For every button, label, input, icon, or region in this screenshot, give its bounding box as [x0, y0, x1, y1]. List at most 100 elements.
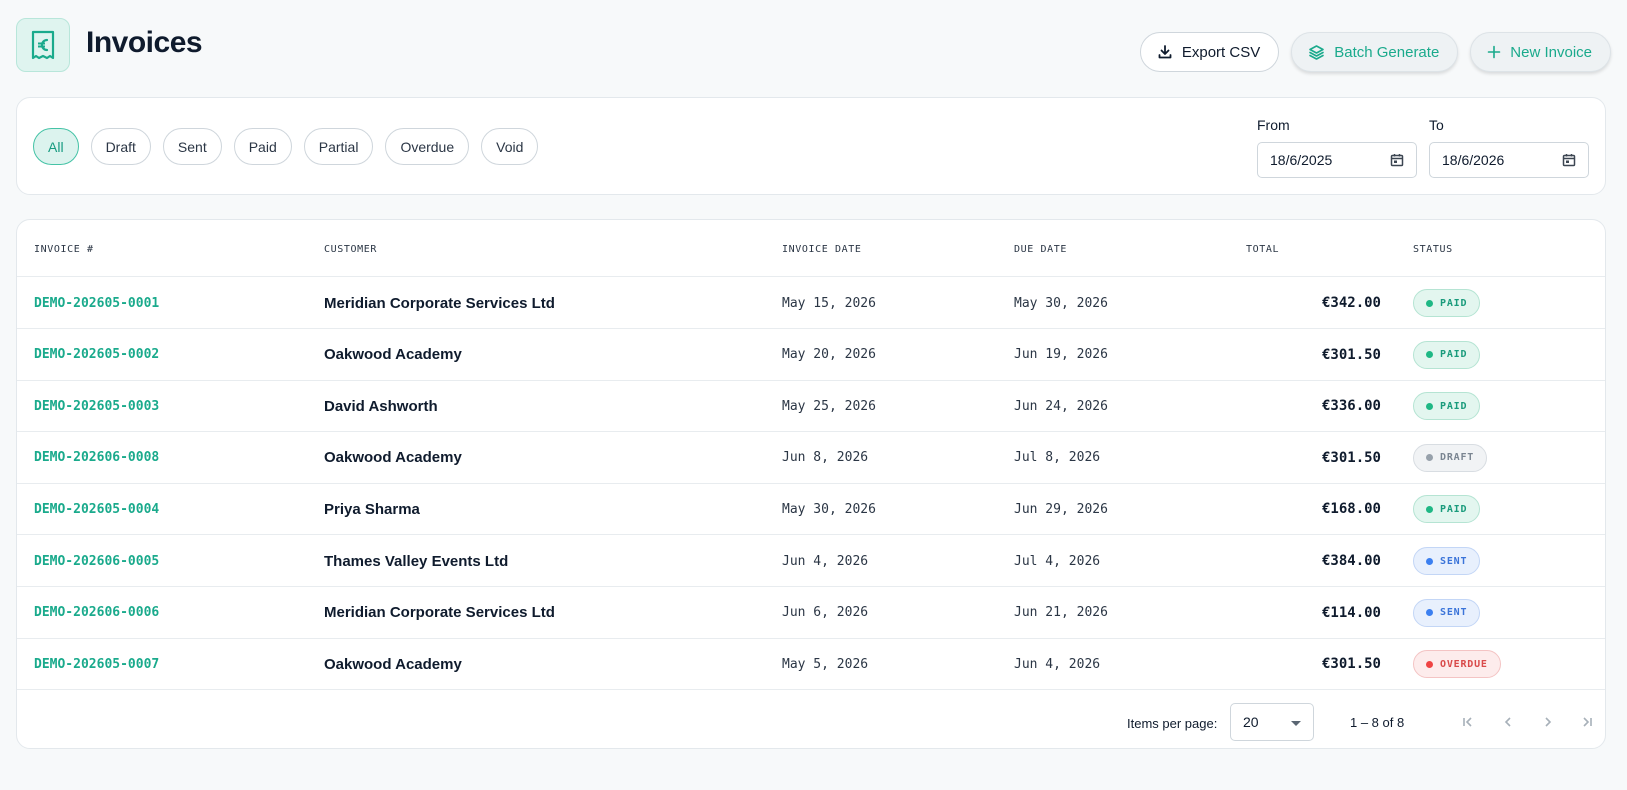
invoice-total: €384.00 [1321, 553, 1381, 569]
invoice-date: May 30, 2026 [782, 501, 876, 517]
due-date: Jun 21, 2026 [1014, 605, 1108, 621]
previous-page-button[interactable] [1494, 708, 1522, 736]
column-header-invoice[interactable]: Invoice # [34, 244, 94, 255]
batch-generate-button[interactable]: Batch Generate [1291, 32, 1459, 72]
status-badge-label: PAID [1440, 503, 1468, 515]
customer-name: Oakwood Academy [324, 346, 462, 364]
invoice-number-link[interactable]: DEMO-202605-0003 [34, 380, 159, 432]
status-cell: SENT [1413, 535, 1481, 587]
calendar-icon[interactable] [1562, 153, 1576, 167]
status-dot-icon [1426, 299, 1433, 307]
invoice-number-link[interactable]: DEMO-202605-0002 [34, 329, 159, 381]
from-date-input[interactable]: 18/6/2025 [1257, 142, 1417, 178]
status-cell: PAID [1413, 483, 1481, 535]
due-date: Jul 8, 2026 [1014, 450, 1101, 466]
filter-chip-draft[interactable]: Draft [90, 128, 151, 165]
status-badge-label: SENT [1440, 555, 1468, 567]
table-row[interactable]: DEMO-202606-0005 Thames Valley Events Ltd… [17, 535, 1605, 587]
invoice-number-link[interactable]: DEMO-202606-0006 [34, 587, 159, 639]
items-per-page-label: Items per page: [1127, 716, 1218, 731]
filter-chip-overdue[interactable]: Overdue [385, 128, 470, 165]
status-badge: PAID [1413, 289, 1481, 317]
status-badge-label: PAID [1440, 297, 1468, 309]
invoice-total: €114.00 [1321, 604, 1381, 621]
due-date: Jun 29, 2026 [1014, 501, 1108, 517]
to-date-input[interactable]: 18/6/2026 [1429, 142, 1589, 178]
status-dot-icon [1426, 351, 1433, 359]
invoice-number-link[interactable]: DEMO-202605-0004 [34, 483, 159, 535]
filter-chip-sent[interactable]: Sent [162, 128, 222, 165]
table-row[interactable]: DEMO-202605-0003 David Ashworth May 25, 20… [17, 380, 1605, 433]
customer-name: Thames Valley Events Ltd [324, 552, 509, 570]
table-row[interactable]: DEMO-202605-0007 Oakwood Academy May 5, 20… [17, 638, 1605, 691]
filter-chip-void[interactable]: Void [481, 128, 539, 165]
status-badge: OVERDUE [1413, 650, 1501, 679]
status-cell: OVERDUE [1413, 638, 1501, 690]
table-row[interactable]: DEMO-202606-0008 Oakwood Academy Jun 8, 20… [17, 432, 1605, 484]
invoices-table: Invoice # Customer Invoice Date Due Date… [16, 219, 1606, 749]
from-date-value: 18/6/2025 [1270, 152, 1333, 168]
layers-icon [1309, 44, 1325, 60]
invoice-total: €168.00 [1321, 501, 1381, 518]
status-dot-icon [1426, 454, 1433, 462]
page-title: Invoices [86, 26, 203, 59]
status-dot-icon [1426, 505, 1433, 513]
invoice-total: €301.50 [1321, 656, 1381, 673]
column-header-invoice-date[interactable]: Invoice Date [782, 244, 861, 255]
table-row[interactable]: DEMO-202605-0004 Priya Sharma May 30, 2026… [17, 483, 1605, 536]
invoice-number-link[interactable]: DEMO-202606-0005 [34, 535, 159, 587]
batch-generate-label: Batch Generate [1334, 43, 1440, 61]
invoice-number-link[interactable]: DEMO-202605-0007 [34, 638, 159, 690]
filter-chip-all[interactable]: All [33, 128, 79, 165]
export-csv-button[interactable]: Export CSV [1139, 32, 1280, 72]
first-page-icon [1463, 717, 1472, 727]
customer-name: Oakwood Academy [324, 655, 462, 673]
calendar-icon[interactable] [1390, 153, 1404, 167]
chevron-right-icon [1545, 717, 1552, 727]
invoice-number-link[interactable]: DEMO-202605-0001 [34, 277, 159, 329]
from-date-label: From [1257, 117, 1290, 133]
invoice-date: May 25, 2026 [782, 398, 876, 414]
status-cell: PAID [1413, 277, 1481, 329]
to-date-label: To [1429, 117, 1444, 133]
items-per-page-select[interactable]: 20 [1230, 703, 1314, 741]
status-dot-icon [1426, 402, 1433, 410]
last-page-button[interactable] [1573, 708, 1601, 736]
to-date-value: 18/6/2026 [1442, 152, 1505, 168]
status-badge: PAID [1413, 392, 1481, 421]
filter-chip-partial[interactable]: Partial [303, 128, 374, 165]
status-badge: PAID [1413, 495, 1481, 524]
invoice-total: €301.50 [1321, 449, 1381, 466]
to-date-field: To 18/6/2026 [1429, 117, 1589, 178]
status-filter-chips: All Draft Sent Paid Partial Overdue Void [33, 128, 539, 165]
status-badge-label: SENT [1440, 607, 1468, 619]
invoice-number-link[interactable]: DEMO-202606-0008 [34, 432, 159, 484]
header-actions: Export CSV Batch Generate New Invoice [1139, 32, 1611, 72]
new-invoice-button[interactable]: New Invoice [1470, 32, 1611, 72]
first-page-button[interactable] [1454, 708, 1482, 736]
plus-icon [1487, 45, 1501, 59]
column-header-status[interactable]: Status [1413, 244, 1453, 255]
column-header-total[interactable]: Total [1246, 244, 1279, 255]
invoice-date: Jun 8, 2026 [782, 450, 869, 466]
invoice-date: May 20, 2026 [782, 347, 876, 363]
filter-chip-paid[interactable]: Paid [233, 128, 292, 165]
status-cell: SENT [1413, 587, 1481, 639]
page-range-label: 1 – 8 of 8 [1350, 715, 1405, 730]
table-row[interactable]: DEMO-202605-0001 Meridian Corporate Servi… [17, 277, 1605, 329]
export-csv-label: Export CSV [1181, 43, 1261, 61]
due-date: Jul 4, 2026 [1014, 553, 1101, 569]
column-header-due-date[interactable]: Due Date [1014, 244, 1067, 255]
invoice-date: May 5, 2026 [782, 656, 869, 672]
table-row[interactable]: DEMO-202605-0002 Oakwood Academy May 20, 2… [17, 329, 1605, 381]
next-page-button[interactable] [1534, 708, 1562, 736]
due-date: Jun 4, 2026 [1014, 656, 1101, 672]
status-badge-label: OVERDUE [1440, 658, 1488, 670]
status-badge-label: DRAFT [1440, 452, 1475, 464]
table-row[interactable]: DEMO-202606-0006 Meridian Corporate Servi… [17, 587, 1605, 639]
invoice-total: €301.50 [1321, 346, 1381, 363]
chevron-left-icon [1504, 717, 1511, 727]
invoice-total: €336.00 [1321, 398, 1381, 415]
column-header-customer[interactable]: Customer [324, 244, 377, 255]
items-per-page-value: 20 [1243, 714, 1259, 730]
